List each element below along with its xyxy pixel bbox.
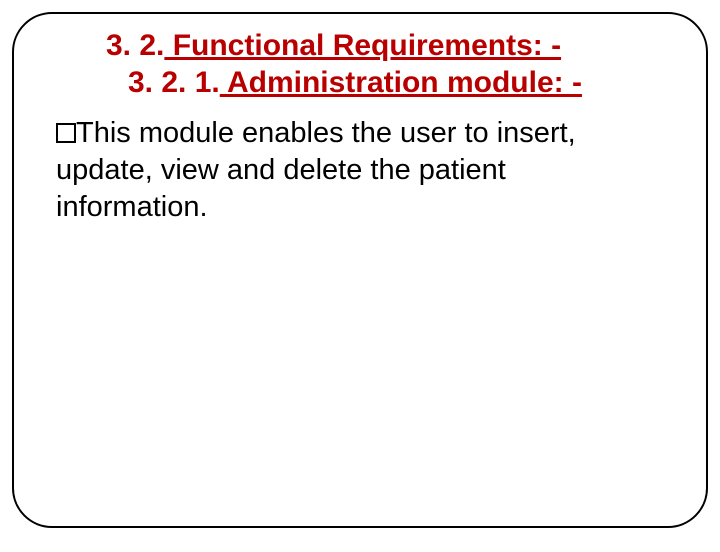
heading-2-title: Administration module: - xyxy=(220,66,582,99)
slide-frame: 3. 2. Functional Requirements: - 3. 2. 1… xyxy=(12,12,708,528)
heading-block: 3. 2. Functional Requirements: - 3. 2. 1… xyxy=(106,28,672,101)
body-paragraph: This module enables the user to insert, … xyxy=(56,115,656,226)
heading-2-number: 3. 2. 1. xyxy=(128,66,220,99)
heading-1-title: Functional Requirements: - xyxy=(164,29,561,62)
heading-line-1: 3. 2. Functional Requirements: - xyxy=(106,28,672,65)
body-text: This module enables the user to insert, … xyxy=(56,117,576,223)
bullet-box-icon xyxy=(56,123,76,143)
heading-1-number: 3. 2. xyxy=(106,29,164,62)
heading-line-2: 3. 2. 1. Administration module: - xyxy=(128,65,672,102)
